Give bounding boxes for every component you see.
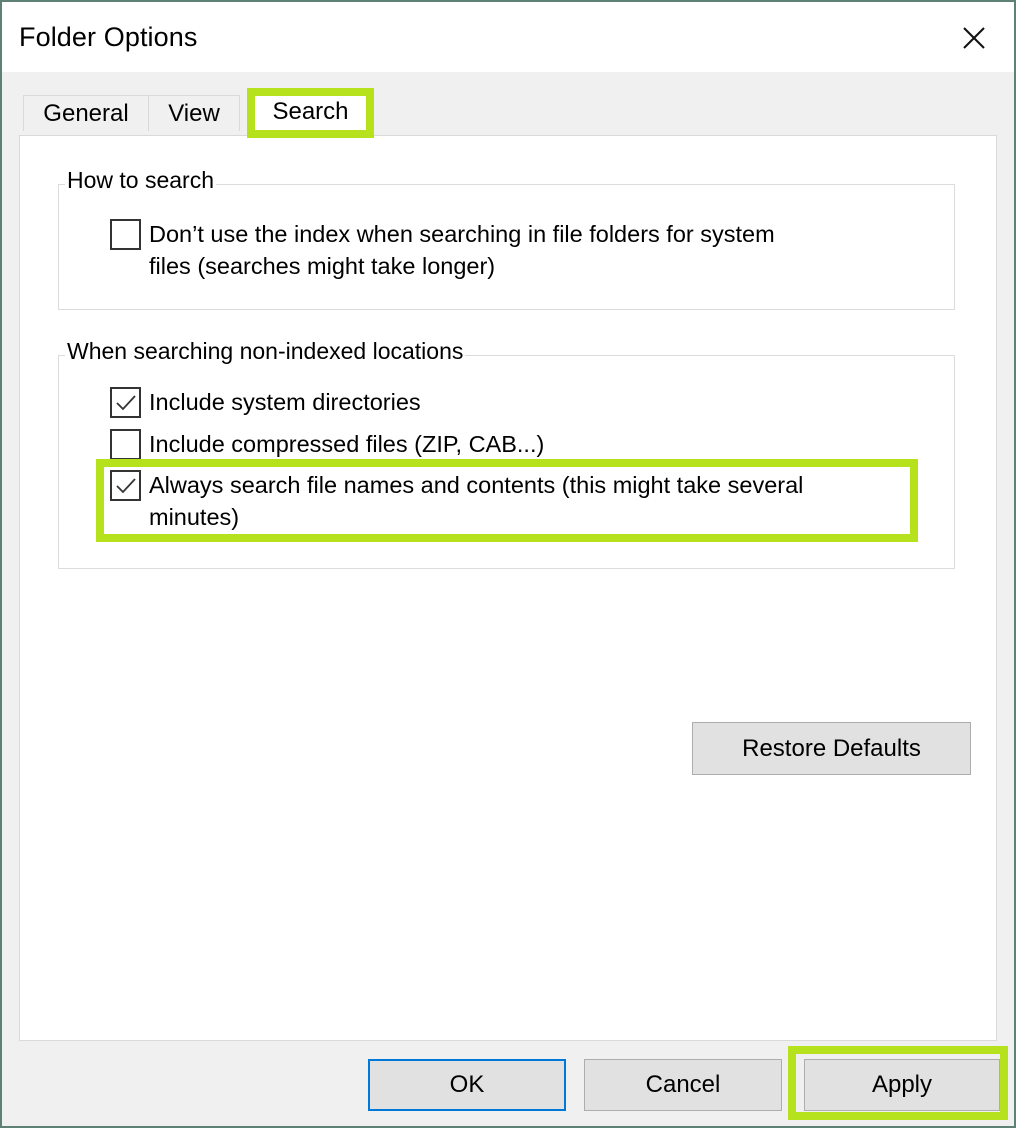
title-bar: Folder Options — [2, 2, 1014, 72]
dont-use-index-checkbox[interactable] — [110, 219, 141, 250]
how-to-search-group: How to search Don’t use the index when s… — [58, 167, 955, 310]
label-line: files (searches might take longer) — [149, 253, 496, 279]
search-tab-panel: How to search Don’t use the index when s… — [19, 135, 997, 1041]
include-system-directories-checkbox[interactable] — [110, 387, 141, 418]
group-legend: How to search — [65, 167, 217, 194]
folder-options-dialog: Folder Options General View Search How t… — [2, 2, 1014, 1126]
include-compressed-files-checkbox[interactable] — [110, 429, 141, 460]
cancel-button[interactable]: Cancel — [584, 1059, 782, 1111]
checkmark-icon — [116, 395, 136, 411]
window-title: Folder Options — [19, 22, 198, 52]
restore-defaults-button[interactable]: Restore Defaults — [692, 722, 971, 775]
tab-view[interactable]: View — [148, 95, 240, 131]
include-compressed-files-option[interactable]: Include compressed files (ZIP, CAB...) — [110, 428, 544, 460]
ok-button[interactable]: OK — [368, 1059, 566, 1111]
checkbox-label: Don’t use the index when searching in fi… — [149, 218, 775, 282]
close-icon — [963, 27, 985, 49]
checkbox-label: Include compressed files (ZIP, CAB...) — [149, 431, 545, 457]
label-line: Don’t use the index when searching in fi… — [149, 221, 775, 247]
always-search-contents-option[interactable]: Always search file names and contents (t… — [110, 469, 803, 533]
always-search-contents-checkbox[interactable] — [110, 470, 141, 501]
tab-search[interactable]: Search — [247, 88, 374, 138]
tab-general[interactable]: General — [23, 95, 149, 131]
include-system-directories-option[interactable]: Include system directories — [110, 386, 421, 418]
label-line: minutes) — [149, 504, 240, 530]
checkbox-label: Include system directories — [149, 389, 421, 415]
apply-button[interactable]: Apply — [804, 1059, 1000, 1111]
dont-use-index-option[interactable]: Don’t use the index when searching in fi… — [110, 218, 775, 282]
label-line: Always search file names and contents (t… — [149, 472, 804, 498]
checkmark-icon — [116, 478, 136, 494]
non-indexed-locations-group: When searching non-indexed locations Inc… — [58, 338, 955, 569]
checkbox-label: Always search file names and contents (t… — [149, 469, 803, 533]
group-legend: When searching non-indexed locations — [65, 338, 466, 365]
close-button[interactable] — [954, 18, 994, 58]
